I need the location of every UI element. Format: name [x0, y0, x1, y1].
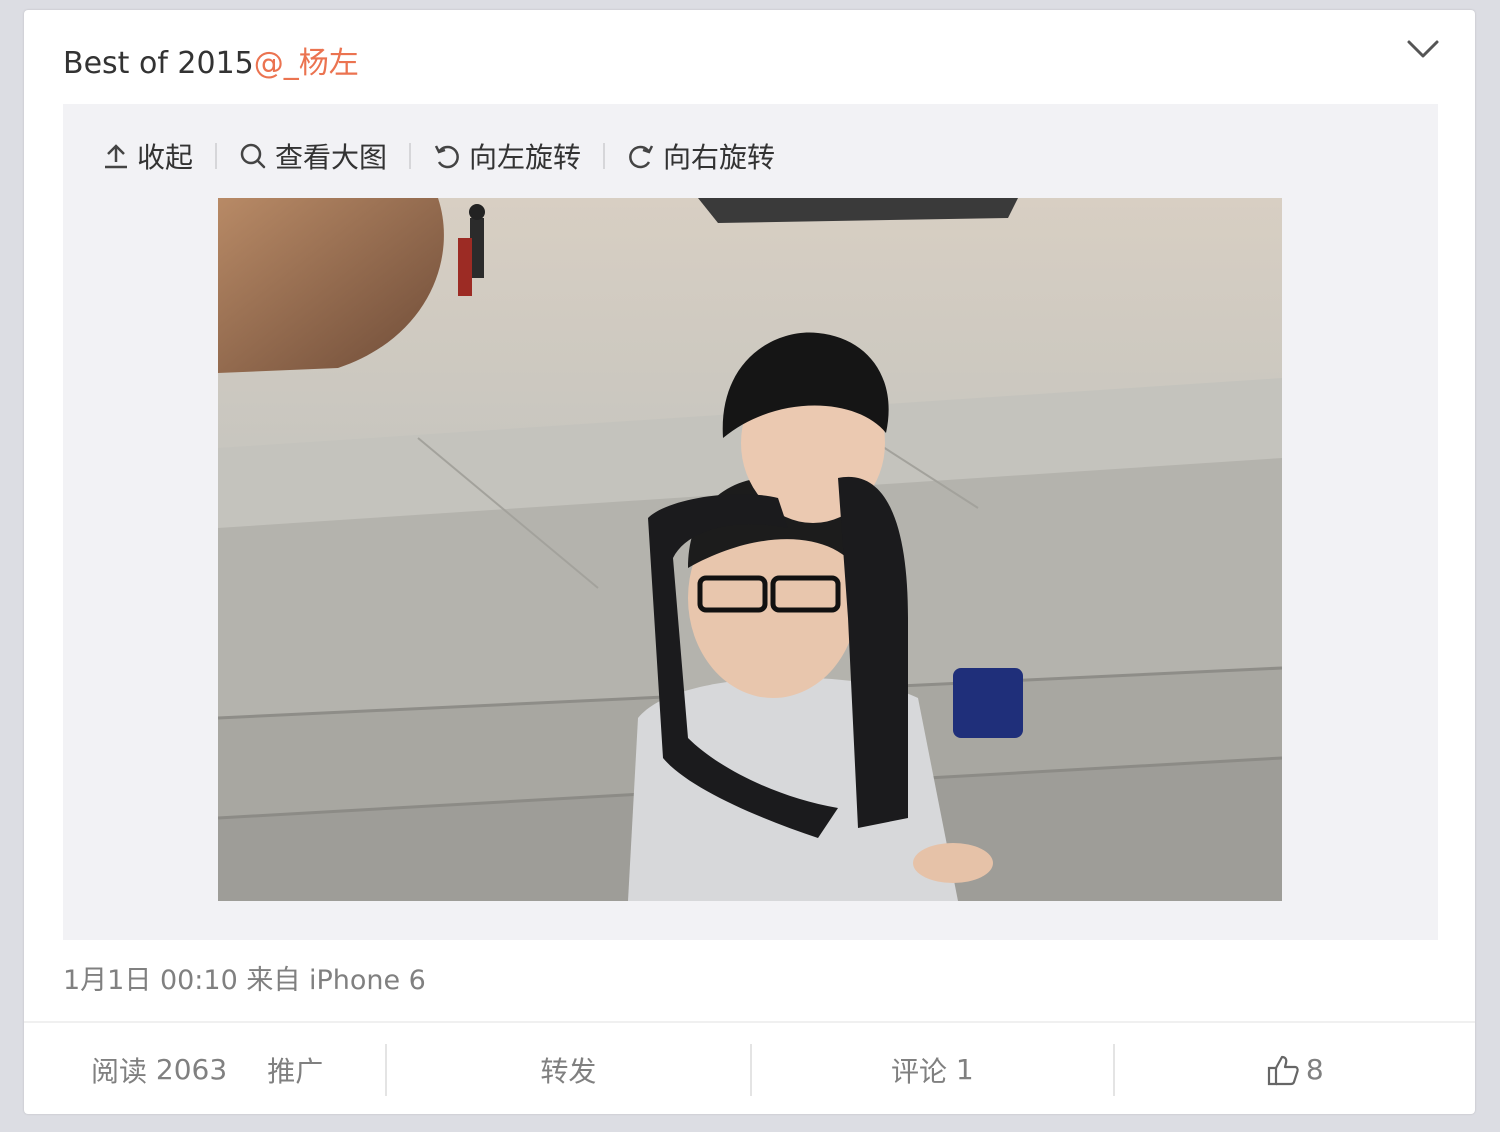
rotate-right-label: 向右旋转	[663, 141, 776, 174]
thumbs-up-icon	[1267, 1055, 1299, 1085]
post-source[interactable]: iPhone 6	[309, 965, 426, 996]
more-options-button[interactable]	[1405, 36, 1441, 62]
post-body: Best of 2015	[63, 46, 254, 81]
like-button[interactable]: 8	[1115, 1023, 1475, 1116]
collapse-label: 收起	[137, 141, 194, 174]
rotate-right-icon	[629, 145, 654, 169]
post-meta: 1月1日 00:10 来自 iPhone 6	[63, 958, 426, 997]
magnifier-icon	[240, 143, 266, 169]
rotate-left-icon	[434, 145, 459, 169]
reads-count: 2063	[155, 1053, 228, 1086]
rotate-left-label: 向左旋转	[469, 141, 582, 174]
view-large-label: 查看大图	[275, 141, 388, 174]
collapse-button[interactable]: 收起	[103, 136, 193, 176]
source-prefix: 来自	[246, 965, 301, 996]
view-large-button[interactable]: 查看大图	[239, 136, 387, 176]
feed-card: Best of 2015@_杨左 收起 查看大图 向左旋转 向右旋转 1月1日 …	[24, 10, 1475, 1114]
media-expanded-box: 收起 查看大图 向左旋转 向右旋转	[63, 104, 1438, 940]
comment-count: 1	[955, 1053, 974, 1086]
image-toolbar: 收起 查看大图 向左旋转 向右旋转	[103, 136, 775, 176]
photo-illustration	[218, 198, 1282, 901]
rotate-right-button[interactable]: 向右旋转	[627, 136, 775, 176]
promote-link[interactable]: 推广	[267, 1050, 323, 1090]
post-photo[interactable]	[218, 198, 1282, 901]
mention-link[interactable]: @_杨左	[254, 46, 359, 81]
toolbar-divider	[409, 143, 412, 169]
action-bar: 阅读 2063 推广 转发 评论 1 8	[24, 1021, 1475, 1116]
toolbar-divider	[215, 143, 218, 169]
like-count: 8	[1305, 1053, 1324, 1086]
post-time[interactable]: 1月1日 00:10	[63, 965, 238, 996]
rotate-left-button[interactable]: 向左旋转	[433, 136, 581, 176]
comment-button[interactable]: 评论 1	[752, 1023, 1112, 1116]
toolbar-divider	[603, 143, 606, 169]
reads-cell: 阅读 2063 推广	[24, 1023, 385, 1116]
upload-arrow-icon	[105, 144, 127, 169]
post-text: Best of 2015@_杨左	[63, 44, 359, 84]
repost-label: 转发	[540, 1054, 597, 1088]
reads-label: 阅读	[91, 1054, 148, 1088]
comment-label: 评论	[890, 1054, 947, 1088]
repost-button[interactable]: 转发	[387, 1023, 750, 1116]
chevron-down-icon	[1407, 40, 1439, 58]
